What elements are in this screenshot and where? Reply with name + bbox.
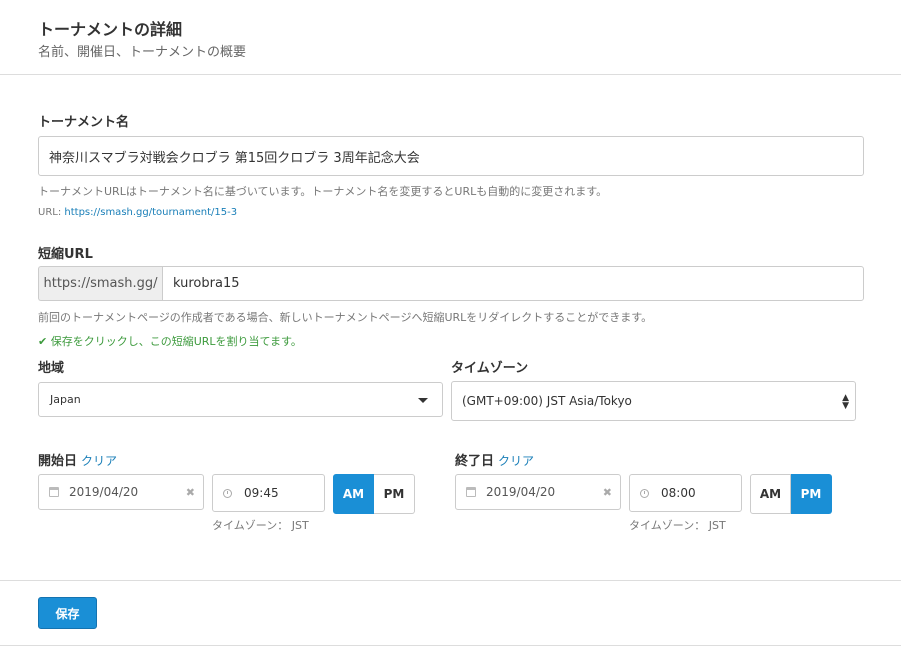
- end-am-button[interactable]: AM: [750, 474, 791, 514]
- clock-icon: [640, 488, 649, 498]
- region-selected: Japan: [50, 393, 81, 406]
- end-ampm-toggle: AM PM: [750, 474, 832, 514]
- start-clear-link[interactable]: クリア: [81, 454, 117, 468]
- start-time-input[interactable]: 09:45: [212, 474, 325, 512]
- start-am-button[interactable]: AM: [333, 474, 374, 514]
- end-pm-button[interactable]: PM: [791, 474, 832, 514]
- short-url-help: 前回のトーナメントページの作成者である場合、新しいトーナメントページへ短縮URL…: [38, 311, 653, 324]
- tournament-name-input[interactable]: 神奈川スマブラ対戦会クロブラ 第15回クロブラ 3周年記念大会: [38, 136, 864, 176]
- start-date-label-text: 開始日: [38, 454, 78, 469]
- end-time-input[interactable]: 08:00: [629, 474, 742, 512]
- short-url-prefix: https://smash.gg/: [38, 266, 162, 301]
- timezone-select[interactable]: (GMT+09:00) JST Asia/Tokyo ▲ ▼: [451, 381, 856, 421]
- start-time-value: 09:45: [244, 486, 279, 500]
- start-date-value: 2019/04/20: [69, 485, 139, 499]
- timezone-label: タイムゾーン: [451, 361, 529, 376]
- bottom-divider: [0, 645, 901, 646]
- footer-divider: [0, 580, 901, 581]
- tournament-name-label: トーナメント名: [38, 115, 130, 130]
- tournament-url-link[interactable]: https://smash.gg/tournament/15-3: [64, 207, 237, 218]
- tournament-url-prefix: URL:: [38, 207, 65, 218]
- calendar-icon: [49, 487, 59, 497]
- page-title: トーナメントの詳細: [38, 20, 183, 39]
- page-subtitle: 名前、開催日、トーナメントの概要: [38, 45, 247, 60]
- save-button[interactable]: 保存: [38, 597, 97, 629]
- short-url-input[interactable]: kurobra15: [162, 266, 864, 301]
- sort-arrows-icon: ▲ ▼: [842, 393, 849, 411]
- short-url-success: ✔ 保存をクリックし、この短縮URLを割り当てます。: [38, 333, 302, 349]
- check-icon: ✔: [38, 335, 51, 348]
- caret-down-icon: [418, 398, 428, 403]
- end-date-label: 終了日 クリア: [455, 450, 534, 469]
- region-label: 地域: [38, 361, 65, 376]
- calendar-icon: [466, 487, 476, 497]
- end-date-label-text: 終了日: [455, 454, 495, 469]
- tournament-name-help: トーナメントURLはトーナメント名に基づいています。トーナメント名を変更するとU…: [38, 185, 608, 198]
- clear-icon[interactable]: ✖: [603, 486, 612, 499]
- end-timezone-note: タイムゾーン： JST: [629, 519, 726, 532]
- end-time-value: 08:00: [661, 486, 696, 500]
- clock-icon: [223, 488, 232, 498]
- start-date-label: 開始日 クリア: [38, 450, 117, 469]
- timezone-selected: (GMT+09:00) JST Asia/Tokyo: [462, 394, 632, 408]
- short-url-success-text: 保存をクリックし、この短縮URLを割り当てます。: [50, 335, 302, 348]
- start-ampm-toggle: AM PM: [333, 474, 415, 514]
- start-pm-button[interactable]: PM: [374, 474, 415, 514]
- tournament-name-value: 神奈川スマブラ対戦会クロブラ 第15回クロブラ 3周年記念大会: [49, 150, 420, 166]
- short-url-label: 短縮URL: [38, 247, 93, 262]
- start-date-input[interactable]: 2019/04/20 ✖: [38, 474, 204, 510]
- region-select[interactable]: Japan: [38, 382, 443, 417]
- short-url-value: kurobra15: [173, 276, 240, 291]
- start-timezone-note: タイムゾーン： JST: [212, 519, 309, 532]
- clear-icon[interactable]: ✖: [186, 486, 195, 499]
- end-clear-link[interactable]: クリア: [498, 454, 534, 468]
- tournament-url-line: URL: https://smash.gg/tournament/15-3: [38, 207, 237, 218]
- end-date-input[interactable]: 2019/04/20 ✖: [455, 474, 621, 510]
- end-date-value: 2019/04/20: [486, 485, 556, 499]
- page-header: トーナメントの詳細 名前、開催日、トーナメントの概要: [0, 0, 901, 75]
